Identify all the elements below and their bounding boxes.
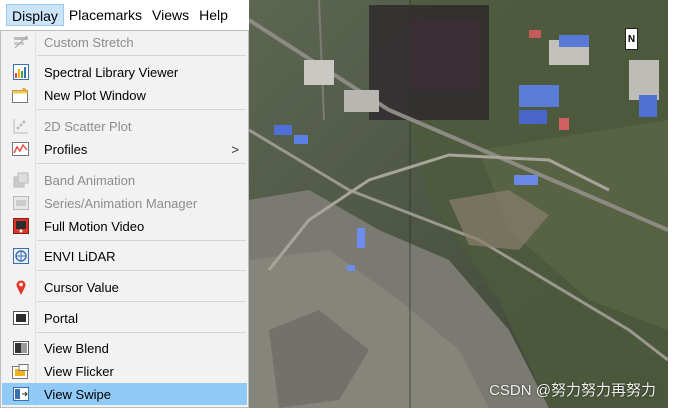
menu-separator [37, 332, 246, 333]
menu-item-band-animation[interactable]: Band Animation [2, 169, 247, 191]
lidar-icon [12, 248, 29, 264]
menu-bar: Display Placemarks Views Help [0, 0, 250, 30]
menu-item-label: New Plot Window [44, 87, 146, 103]
menu-item-label: Portal [44, 310, 78, 326]
series-manager-icon [12, 195, 29, 211]
view-flicker-icon [12, 363, 29, 379]
scatter-plot-icon [12, 118, 29, 134]
menu-item-view-flicker[interactable]: View Flicker [2, 360, 247, 382]
menu-item-custom-stretch[interactable]: Custom Stretch [2, 31, 247, 53]
menu-item-label: Profiles [44, 141, 88, 157]
north-arrow-icon: N [625, 28, 638, 50]
menu-item-cursor-value[interactable]: Cursor Value [2, 276, 247, 298]
menu-views[interactable]: Views [147, 4, 194, 26]
menu-help[interactable]: Help [194, 4, 233, 26]
menu-separator [37, 270, 246, 271]
menu-item-view-blend[interactable]: View Blend [2, 337, 247, 359]
menu-item-portal[interactable]: Portal [2, 307, 247, 329]
menu-item-view-swipe[interactable]: View Swipe [2, 383, 247, 405]
menu-separator [37, 240, 246, 241]
plot-window-icon [12, 87, 29, 103]
motion-video-icon [12, 218, 29, 234]
menu-item-label: View Swipe [44, 386, 111, 402]
menu-separator [37, 109, 246, 110]
menu-separator [37, 55, 246, 56]
menu-item-profiles[interactable]: Profiles > [2, 138, 247, 160]
display-dropdown-menu: Custom Stretch Spectral Library Viewer N… [0, 30, 249, 408]
menu-item-label: View Blend [44, 340, 109, 356]
map-pin-icon [12, 279, 29, 295]
menu-item-label: ENVI LiDAR [44, 248, 116, 264]
submenu-chevron-icon: > [231, 141, 239, 157]
menu-item-label: 2D Scatter Plot [44, 118, 132, 134]
menu-separator [37, 163, 246, 164]
menu-item-new-plot-window[interactable]: New Plot Window [2, 84, 247, 106]
menu-item-label: Cursor Value [44, 279, 119, 295]
band-animation-icon [12, 172, 29, 188]
view-blend-icon [12, 340, 29, 356]
menu-item-label: Custom Stretch [44, 34, 134, 50]
portal-icon [12, 310, 29, 326]
profiles-icon [12, 141, 29, 157]
watermark-text: CSDN @努力努力再努力 [489, 382, 656, 399]
satellite-image [249, 0, 668, 408]
menu-item-label: Series/Animation Manager [44, 195, 198, 211]
menu-item-full-motion-video[interactable]: Full Motion Video [2, 215, 247, 237]
menu-display[interactable]: Display [6, 4, 64, 26]
menu-item-label: Band Animation [44, 172, 136, 188]
menu-item-label: Spectral Library Viewer [44, 64, 179, 80]
custom-stretch-icon [12, 34, 29, 50]
view-swipe-icon [12, 386, 29, 402]
menu-item-series-animation-manager[interactable]: Series/Animation Manager [2, 192, 247, 214]
satellite-image-view[interactable]: N CSDN @努力努力再努力 [249, 0, 668, 408]
menu-item-envi-lidar[interactable]: ENVI LiDAR [2, 245, 247, 267]
menu-separator [37, 301, 246, 302]
menu-placemarks[interactable]: Placemarks [64, 4, 147, 26]
menu-item-label: Full Motion Video [44, 218, 145, 234]
menu-item-label: View Flicker [44, 363, 114, 379]
menu-item-2d-scatter-plot[interactable]: 2D Scatter Plot [2, 115, 247, 137]
menu-item-spectral-library-viewer[interactable]: Spectral Library Viewer [2, 61, 247, 83]
spectral-library-icon [12, 64, 29, 80]
